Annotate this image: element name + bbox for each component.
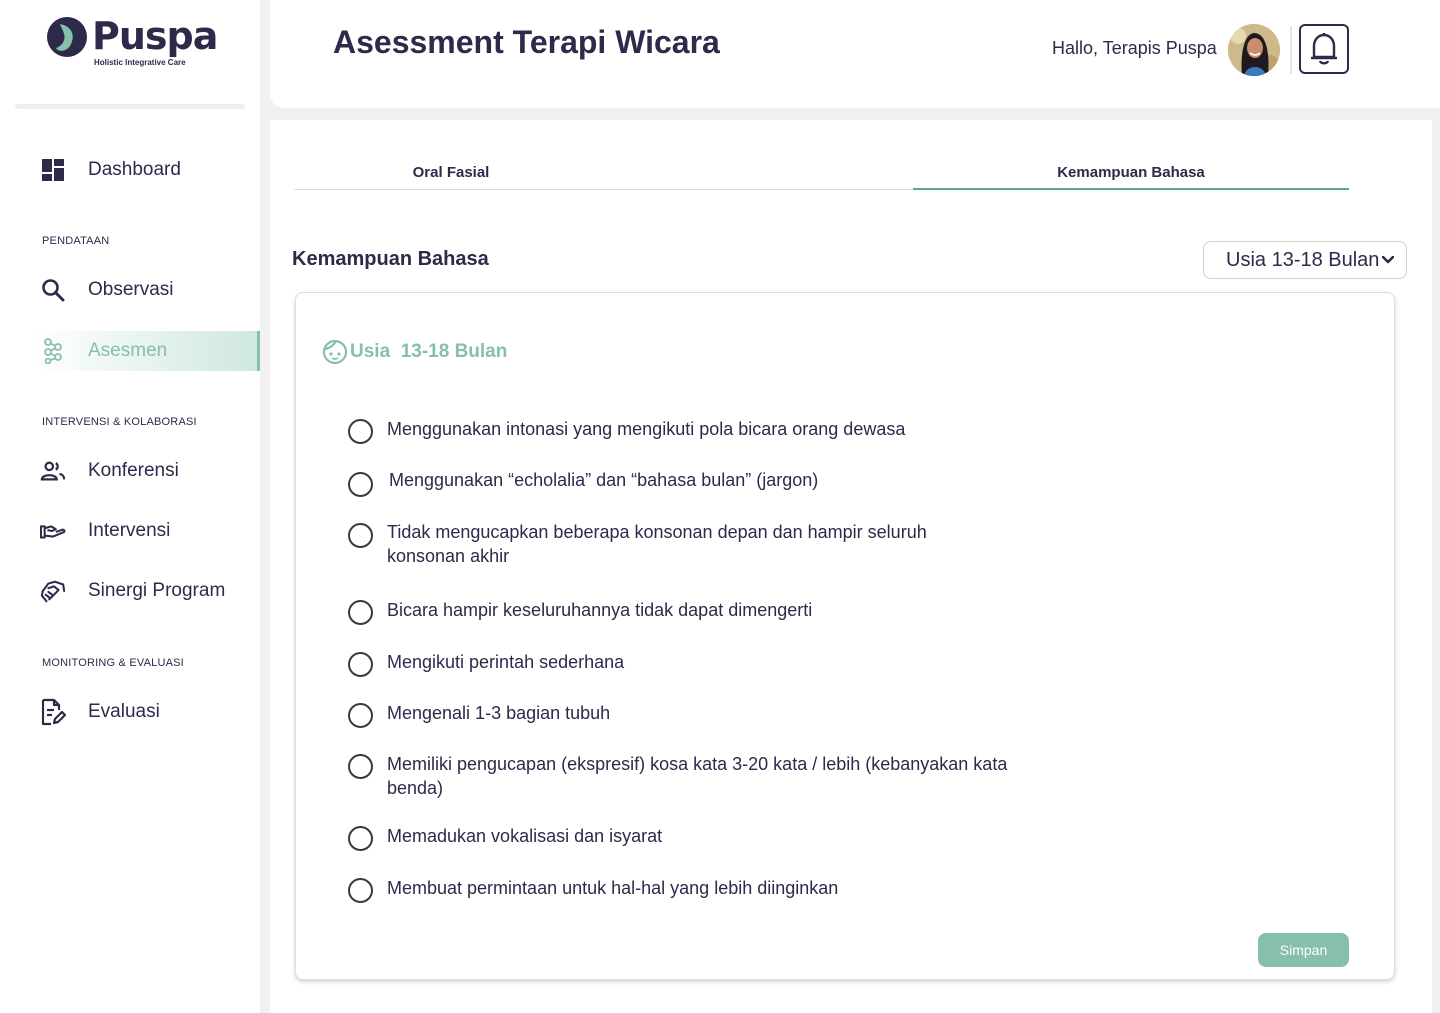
question-text: Mengenali 1-3 bagian tubuh [387, 703, 611, 723]
sidebar: Puspa Holistic Integrative Care Dashboar… [0, 0, 260, 1013]
radio-button[interactable] [348, 523, 373, 548]
question-text: Memadukan vokalisasi dan isyarat [387, 826, 663, 846]
molecule-icon [40, 338, 66, 364]
logo[interactable]: Puspa Holistic Integrative Care [46, 14, 218, 67]
tab-kemampuan-bahasa[interactable]: Kemampuan Bahasa [913, 164, 1349, 190]
question-item[interactable]: Menggunakan intonasi yang mengikuti pola… [348, 417, 1007, 444]
section-title-intervensi: INTERVENSI & KOLABORASI [42, 416, 197, 428]
question-text: Menggunakan “echolalia” dan “bahasa bula… [389, 470, 819, 490]
radio-button[interactable] [348, 754, 373, 779]
search-icon [40, 277, 66, 303]
chevron-down-icon [1382, 256, 1394, 264]
sidebar-item-dashboard[interactable]: Dashboard [0, 150, 260, 190]
sidebar-item-intervensi[interactable]: Intervensi [0, 511, 260, 551]
sidebar-item-evaluasi[interactable]: Evaluasi [0, 692, 260, 732]
question-item[interactable]: Bicara hampir keseluruhannya tidak dapat… [348, 598, 1007, 625]
radio-button[interactable] [348, 652, 373, 677]
save-button[interactable]: Simpan [1258, 933, 1349, 967]
sidebar-item-label: Sinergi Program [88, 580, 226, 601]
top-header: Asessment Terapi Wicara Hallo, Terapis P… [270, 0, 1440, 108]
question-item[interactable]: Memiliki pengucapan (ekspresif) kosa kat… [348, 752, 1027, 800]
page-title: Asessment Terapi Wicara [333, 24, 720, 60]
tab-bar: Oral Fasial Kemampuan Bahasa [294, 164, 1349, 190]
question-text: Tidak mengucapkan beberapa konsonan depa… [387, 522, 927, 566]
main-content: Oral Fasial Kemampuan Bahasa Kemampuan B… [270, 120, 1432, 1013]
header-divider [1290, 26, 1292, 74]
question-text: Membuat permintaan untuk hal-hal yang le… [387, 878, 839, 898]
question-item[interactable]: Memadukan vokalisasi dan isyarat [348, 824, 1007, 851]
question-item[interactable]: Tidak mengucapkan beberapa konsonan depa… [348, 520, 927, 568]
brand-name: Puspa [92, 14, 218, 58]
question-text: Memiliki pengucapan (ekspresif) kosa kat… [387, 754, 1008, 798]
brand-tagline: Holistic Integrative Care [94, 58, 186, 67]
user-greeting: Hallo, Terapis Puspa [1052, 38, 1217, 58]
people-icon [40, 458, 66, 484]
child-face-icon [322, 339, 348, 365]
radio-button[interactable] [348, 878, 373, 903]
assessment-card: Usia 13-18 Bulan Menggunakan intonasi ya… [295, 292, 1395, 980]
card-title: Usia 13-18 Bulan [322, 339, 507, 365]
handshake-icon [40, 578, 66, 604]
section-heading: Kemampuan Bahasa [292, 248, 489, 270]
radio-button[interactable] [348, 600, 373, 625]
bell-icon [1311, 33, 1337, 65]
question-text: Bicara hampir keseluruhannya tidak dapat… [387, 600, 813, 620]
sidebar-item-label: Konferensi [88, 460, 179, 481]
radio-button[interactable] [348, 419, 373, 444]
sidebar-item-label: Asesmen [88, 340, 168, 361]
sidebar-item-label: Observasi [88, 279, 174, 300]
document-edit-icon [40, 698, 66, 726]
helping-hand-icon [40, 518, 66, 544]
question-item[interactable]: Mengikuti perintah sederhana [348, 650, 1007, 677]
radio-button[interactable] [348, 826, 373, 851]
notification-button[interactable] [1299, 24, 1349, 74]
logo-divider [15, 104, 245, 109]
question-item[interactable]: Membuat permintaan untuk hal-hal yang le… [348, 876, 1007, 903]
sidebar-item-label: Evaluasi [88, 701, 160, 722]
question-item[interactable]: Menggunakan “echolalia” dan “bahasa bula… [348, 468, 1009, 497]
dashboard-icon [40, 157, 66, 183]
age-range-value: Usia 13-18 Bulan [1226, 248, 1380, 271]
sidebar-item-observasi[interactable]: Observasi [0, 270, 260, 310]
radio-button[interactable] [348, 703, 373, 728]
sidebar-item-label: Intervensi [88, 520, 171, 541]
sidebar-item-sinergi-program[interactable]: Sinergi Program [0, 571, 260, 611]
sidebar-item-konferensi[interactable]: Konferensi [0, 451, 260, 491]
sidebar-item-label: Dashboard [88, 159, 181, 180]
question-text: Menggunakan intonasi yang mengikuti pola… [387, 419, 906, 439]
section-title-monitoring: MONITORING & EVALUASI [42, 657, 184, 669]
age-range-select[interactable]: Usia 13-18 Bulan [1203, 241, 1407, 279]
radio-button[interactable] [348, 472, 373, 497]
card-title-text: Usia 13-18 Bulan [350, 341, 508, 362]
question-text: Mengikuti perintah sederhana [387, 652, 625, 672]
section-title-pendataan: PENDATAAN [42, 235, 110, 247]
tab-oral-fasial[interactable]: Oral Fasial [294, 164, 608, 190]
question-item[interactable]: Mengenali 1-3 bagian tubuh [348, 701, 1007, 728]
avatar[interactable] [1228, 24, 1280, 76]
puspa-logo-icon [47, 17, 87, 57]
sidebar-item-asesmen[interactable]: Asesmen [34, 331, 260, 371]
